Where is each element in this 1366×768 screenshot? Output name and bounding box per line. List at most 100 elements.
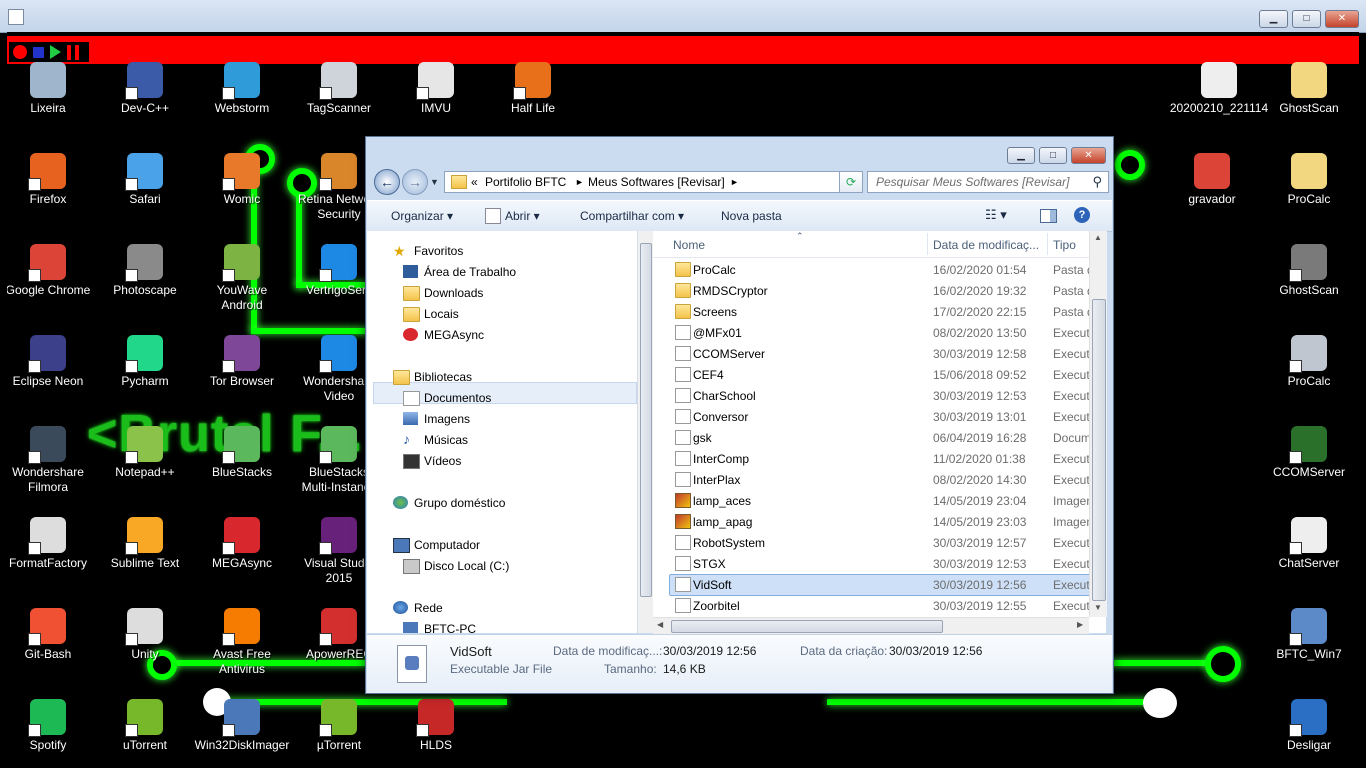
nav-locais[interactable]: Locais xyxy=(424,307,459,321)
nav-music[interactable]: Músicas xyxy=(424,433,468,447)
desktop-icon-screenshot[interactable]: 20200210_221114 xyxy=(1169,62,1269,116)
desktop-icon-youwave[interactable]: YouWave Android xyxy=(199,244,285,313)
minimize-button[interactable]: ▁ xyxy=(1259,10,1288,28)
file-row[interactable]: lamp_apag 14/05/2019 23:03 Imagem xyxy=(653,511,1106,532)
desktop-icon-safari[interactable]: Safari xyxy=(102,153,188,207)
desktop-icon-ghostscan-folder[interactable]: GhostScan xyxy=(1266,62,1352,116)
nav-downloads[interactable]: Downloads xyxy=(424,286,483,300)
file-row[interactable]: InterComp 11/02/2020 01:38 Executa xyxy=(653,448,1106,469)
nav-pane-scroll-thumb[interactable] xyxy=(640,243,652,597)
nav-homegroup[interactable]: Grupo doméstico xyxy=(414,496,505,510)
nav-local-disk[interactable]: Disco Local (C:) xyxy=(424,559,509,573)
desktop-icon-hlds[interactable]: HLDS xyxy=(393,699,479,753)
desktop-icon-notepadpp[interactable]: Notepad++ xyxy=(102,426,188,480)
file-row[interactable]: @MFx01 08/02/2020 13:50 Executa xyxy=(653,322,1106,343)
desktop-icon-sublime[interactable]: Sublime Text xyxy=(102,517,188,571)
explorer-close-button[interactable]: ✕ xyxy=(1071,147,1106,164)
file-row[interactable]: RMDSCryptor 16/02/2020 19:32 Pasta de xyxy=(653,280,1106,301)
desktop-icon-eclipse[interactable]: Eclipse Neon xyxy=(7,335,91,389)
search-input[interactable]: Pesquisar Meus Softwares [Revisar] ⚲ xyxy=(867,171,1109,193)
stop-icon[interactable] xyxy=(33,47,44,58)
address-bar[interactable]: « Portifolio BFTC ► Meus Softwares [Revi… xyxy=(444,171,856,193)
file-row[interactable]: STGX 30/03/2019 12:53 Executa xyxy=(653,553,1106,574)
desktop-icon-gravador[interactable]: gravador xyxy=(1169,153,1255,207)
file-row[interactable]: ProCalc 16/02/2020 01:54 Pasta de xyxy=(653,259,1106,280)
nav-bftc-pc[interactable]: BFTC-PC xyxy=(424,622,476,633)
scroll-down-arrow-icon[interactable]: ▼ xyxy=(1094,603,1102,612)
file-row[interactable]: Conversor 30/03/2019 13:01 Executa xyxy=(653,406,1106,427)
breadcrumb-separator[interactable]: ► xyxy=(730,177,739,187)
column-divider[interactable] xyxy=(927,233,928,255)
file-list-horizontal-scrollbar[interactable]: ◀ ▶ xyxy=(653,617,1089,634)
help-icon[interactable]: ? xyxy=(1074,207,1090,223)
scroll-up-arrow-icon[interactable]: ▲ xyxy=(1094,233,1102,242)
desktop-icon-ghostscan[interactable]: GhostScan xyxy=(1266,244,1352,298)
desktop-icon-win32diskimager[interactable]: Win32DiskImager xyxy=(192,699,292,753)
desktop-icon-gitbash[interactable]: Git-Bash xyxy=(7,608,91,662)
desktop-icon-halflife[interactable]: Half Life xyxy=(490,62,576,116)
column-header-name[interactable]: Nome xyxy=(673,238,705,252)
desktop-icon-desligar[interactable]: Desligar xyxy=(1266,699,1352,753)
nav-megasync[interactable]: MEGAsync xyxy=(424,328,484,342)
scroll-left-arrow-icon[interactable]: ◀ xyxy=(657,620,663,629)
desktop-icon-imvu[interactable]: IMVU xyxy=(393,62,479,116)
desktop-icon-tor[interactable]: Tor Browser xyxy=(199,335,285,389)
desktop-icon-pycharm[interactable]: Pycharm xyxy=(102,335,188,389)
file-row[interactable]: Zoorbitel 30/03/2019 12:55 Executa xyxy=(653,595,1106,616)
record-icon[interactable] xyxy=(13,45,27,59)
file-row[interactable]: lamp_aces 14/05/2019 23:04 Imagem xyxy=(653,490,1106,511)
maximize-button[interactable]: □ xyxy=(1292,10,1321,28)
nav-computer[interactable]: Computador xyxy=(414,538,480,552)
nav-images[interactable]: Imagens xyxy=(424,412,470,426)
nav-desktop[interactable]: Área de Trabalho xyxy=(424,265,516,279)
desktop-icon-lixeira[interactable]: Lixeira xyxy=(7,62,91,116)
desktop-icon-procalc-folder[interactable]: ProCalc xyxy=(1266,153,1352,207)
nav-documents[interactable]: Documentos xyxy=(424,391,491,405)
new-folder-button[interactable]: Nova pasta xyxy=(721,209,782,223)
column-divider[interactable] xyxy=(1047,233,1048,255)
scroll-right-arrow-icon[interactable]: ▶ xyxy=(1077,620,1083,629)
breadcrumb-meus-softwares[interactable]: Meus Softwares [Revisar] xyxy=(588,175,725,189)
file-list-vertical-scrollbar[interactable]: ▲ ▼ xyxy=(1089,231,1107,617)
desktop-icon-unity[interactable]: Unity xyxy=(102,608,188,662)
view-options-icon[interactable]: ☷ ▾ xyxy=(985,207,1007,223)
desktop-icon-tagscanner[interactable]: TagScanner xyxy=(296,62,382,116)
forward-arrow-icon[interactable]: → xyxy=(402,169,428,195)
organize-button[interactable]: Organizar ▾ xyxy=(391,209,453,223)
breadcrumb-overflow[interactable]: « xyxy=(471,175,478,189)
desktop-icon-firefox[interactable]: Firefox xyxy=(7,153,91,207)
desktop-icon-ccomserver[interactable]: CCOMServer xyxy=(1266,426,1352,480)
file-row[interactable]: InterPlax 08/02/2020 14:30 Executa xyxy=(653,469,1106,490)
desktop-icon-womic[interactable]: Womic xyxy=(199,153,285,207)
nav-favorites[interactable]: Favoritos xyxy=(414,244,463,258)
file-list-hscroll-thumb[interactable] xyxy=(671,620,943,633)
desktop-icon-spotify[interactable]: Spotify xyxy=(7,699,91,753)
desktop-icon-bftc-win7[interactable]: BFTC_Win7 xyxy=(1266,608,1352,662)
desktop-icon-bluestacks[interactable]: BlueStacks xyxy=(199,426,285,480)
refresh-icon[interactable]: ⟳ xyxy=(839,171,863,193)
explorer-titlebar[interactable]: ▁ □ ✕ xyxy=(366,137,1113,167)
column-header-date[interactable]: Data de modificaç... xyxy=(933,238,1039,252)
close-button[interactable]: ✕ xyxy=(1325,10,1359,28)
desktop-icon-formatfactory[interactable]: FormatFactory xyxy=(7,517,91,571)
desktop-icon-utorrent[interactable]: uTorrent xyxy=(102,699,188,753)
preview-pane-icon[interactable] xyxy=(1040,209,1057,223)
desktop-icon-devcpp[interactable]: Dev-C++ xyxy=(102,62,188,116)
desktop-icon-chrome[interactable]: Google Chrome xyxy=(7,244,91,298)
column-header-type[interactable]: Tipo xyxy=(1053,238,1076,252)
search-icon[interactable]: ⚲ xyxy=(1092,174,1102,190)
desktop-icon-webstorm[interactable]: Webstorm xyxy=(199,62,285,116)
nav-network[interactable]: Rede xyxy=(414,601,443,615)
share-button[interactable]: Compartilhar com ▾ xyxy=(580,209,684,223)
desktop-icon-megasync[interactable]: MEGAsync xyxy=(199,517,285,571)
recent-pages-dropdown[interactable]: ▼ xyxy=(430,177,439,187)
desktop-icon-mutorrent[interactable]: µTorrent xyxy=(296,699,382,753)
nav-libraries[interactable]: Bibliotecas xyxy=(414,370,472,384)
back-arrow-icon[interactable]: ← xyxy=(374,169,400,195)
desktop-icon-filmora[interactable]: Wondershare Filmora xyxy=(7,426,91,495)
file-row[interactable]: CEF4 15/06/2018 09:52 Executa xyxy=(653,364,1106,385)
breadcrumb-separator[interactable]: ► xyxy=(575,177,584,187)
breadcrumb-portifolio[interactable]: Portifolio BFTC xyxy=(485,175,566,189)
open-button[interactable]: Abrir ▾ xyxy=(505,209,540,223)
file-row[interactable]: Screens 17/02/2020 22:15 Pasta de xyxy=(653,301,1106,322)
